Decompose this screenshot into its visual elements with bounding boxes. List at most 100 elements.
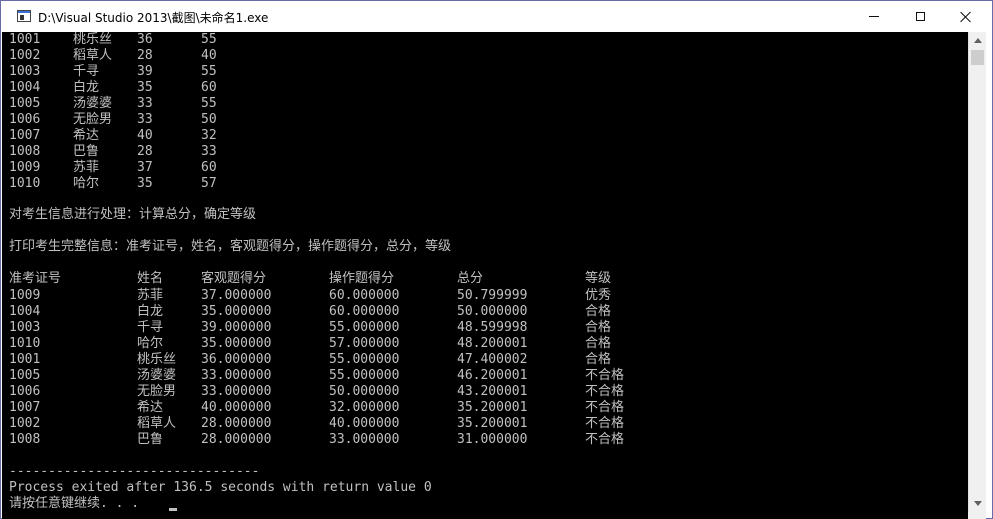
grade: 不合格 <box>585 368 625 383</box>
grade: 合格 <box>585 352 612 367</box>
exam-id: 1004 <box>9 80 41 95</box>
operation-score: 40.000000 <box>329 416 400 431</box>
total-score: 31.000000 <box>457 432 528 447</box>
exam-id: 1001 <box>9 352 41 367</box>
objective-score: 40 <box>137 128 153 143</box>
operation-score: 57 <box>201 176 217 191</box>
exam-id: 1006 <box>9 112 41 127</box>
grade: 合格 <box>585 320 612 335</box>
table-header-cell: 姓名 <box>137 271 164 286</box>
operation-score: 33.000000 <box>329 432 400 447</box>
student-name: 巴鲁 <box>137 432 164 447</box>
total-score: 47.400002 <box>457 352 528 367</box>
scroll-down-button[interactable] <box>969 495 986 512</box>
table-header-cell: 准考证号 <box>9 271 62 286</box>
student-name: 白龙 <box>73 80 100 95</box>
close-button[interactable] <box>943 1 989 32</box>
text-cursor <box>169 508 177 511</box>
student-name: 巴鲁 <box>73 144 100 159</box>
objective-score: 35.000000 <box>201 304 272 319</box>
maximize-button[interactable] <box>897 1 943 32</box>
student-name: 无脸男 <box>73 112 113 127</box>
operation-score: 50 <box>201 112 217 127</box>
grade: 不合格 <box>585 400 625 415</box>
total-score: 35.200001 <box>457 416 528 431</box>
grade: 优秀 <box>585 288 612 303</box>
objective-score: 28 <box>137 48 153 63</box>
window-corner <box>968 512 986 519</box>
exam-id: 1007 <box>9 400 41 415</box>
print-message: 打印考生完整信息：准考证号，姓名，客观题得分，操作题得分，总分，等级 <box>9 239 452 254</box>
operation-score: 55.000000 <box>329 368 400 383</box>
exam-id: 1006 <box>9 384 41 399</box>
objective-score: 35 <box>137 176 153 191</box>
operation-score: 55 <box>201 96 217 111</box>
objective-score: 37.000000 <box>201 288 272 303</box>
operation-score: 40 <box>201 48 217 63</box>
objective-score: 40.000000 <box>201 400 272 415</box>
exam-id: 1009 <box>9 160 41 175</box>
window-title: D:\Visual Studio 2013\截图\未命名1.exe <box>38 11 269 25</box>
table-header-cell: 总分 <box>457 271 484 286</box>
arrow-down-icon <box>973 501 982 506</box>
vertical-scrollbar[interactable] <box>968 32 986 512</box>
student-name: 桃乐丝 <box>137 352 177 367</box>
table-header-cell: 操作题得分 <box>329 271 395 286</box>
separator-line: -------------------------------- <box>9 464 260 479</box>
grade: 不合格 <box>585 416 625 431</box>
exam-id: 1004 <box>9 304 41 319</box>
total-score: 43.200001 <box>457 384 528 399</box>
operation-score: 55.000000 <box>329 320 400 335</box>
objective-score: 39.000000 <box>201 320 272 335</box>
table-header-cell: 客观题得分 <box>201 271 267 286</box>
arrow-up-icon <box>973 38 982 43</box>
operation-score: 32 <box>201 128 217 143</box>
objective-score: 28.000000 <box>201 432 272 447</box>
maximize-icon <box>915 12 925 21</box>
grade: 不合格 <box>585 432 625 447</box>
exam-id: 1010 <box>9 176 41 191</box>
scroll-up-button[interactable] <box>969 32 986 49</box>
student-name: 无脸男 <box>137 384 177 399</box>
objective-score: 35 <box>137 80 153 95</box>
scroll-thumb[interactable] <box>971 50 984 65</box>
operation-score: 60 <box>201 80 217 95</box>
student-name: 哈尔 <box>73 176 100 191</box>
objective-score: 33 <box>137 96 153 111</box>
student-name: 稻草人 <box>73 48 113 63</box>
objective-score: 36 <box>137 32 153 47</box>
student-name: 希达 <box>73 128 100 143</box>
objective-score: 33.000000 <box>201 384 272 399</box>
minimize-button[interactable] <box>851 1 897 32</box>
console-output[interactable]: 1001 桃乐丝 36 55 1002 稻草人 28 40 1003 千寻 39 55 1004 白龙 35… <box>2 32 968 519</box>
student-name: 白龙 <box>137 304 164 319</box>
exam-id: 1005 <box>9 96 41 111</box>
student-name: 千寻 <box>73 64 100 79</box>
student-name: 希达 <box>137 400 164 415</box>
total-score: 48.200001 <box>457 336 528 351</box>
exam-id: 1003 <box>9 320 41 335</box>
console-window: D:\Visual Studio 2013\截图\未命名1.exe 1001 桃乐… <box>0 0 993 519</box>
exam-id: 1001 <box>9 32 41 47</box>
process-exit-message: Process exited after 136.5 seconds with … <box>9 480 432 495</box>
student-name: 苏菲 <box>73 160 100 175</box>
exam-id: 1009 <box>9 288 41 303</box>
student-name: 桃乐丝 <box>73 32 113 47</box>
console-app-icon <box>17 10 31 22</box>
operation-score: 60 <box>201 160 217 175</box>
total-score: 50.799999 <box>457 288 528 303</box>
exam-id: 1010 <box>9 336 41 351</box>
student-name: 哈尔 <box>137 336 164 351</box>
minimize-icon <box>869 16 879 17</box>
objective-score: 37 <box>137 160 153 175</box>
objective-score: 33.000000 <box>201 368 272 383</box>
continue-prompt: 请按任意键继续. . . <box>9 496 140 511</box>
operation-score: 55 <box>201 64 217 79</box>
operation-score: 50.000000 <box>329 384 400 399</box>
objective-score: 28 <box>137 144 153 159</box>
process-message: 对考生信息进行处理：计算总分，确定等级 <box>9 207 257 222</box>
title-bar[interactable]: D:\Visual Studio 2013\截图\未命名1.exe <box>1 1 992 32</box>
exam-id: 1007 <box>9 128 41 143</box>
operation-score: 33 <box>201 144 217 159</box>
grade: 合格 <box>585 336 612 351</box>
